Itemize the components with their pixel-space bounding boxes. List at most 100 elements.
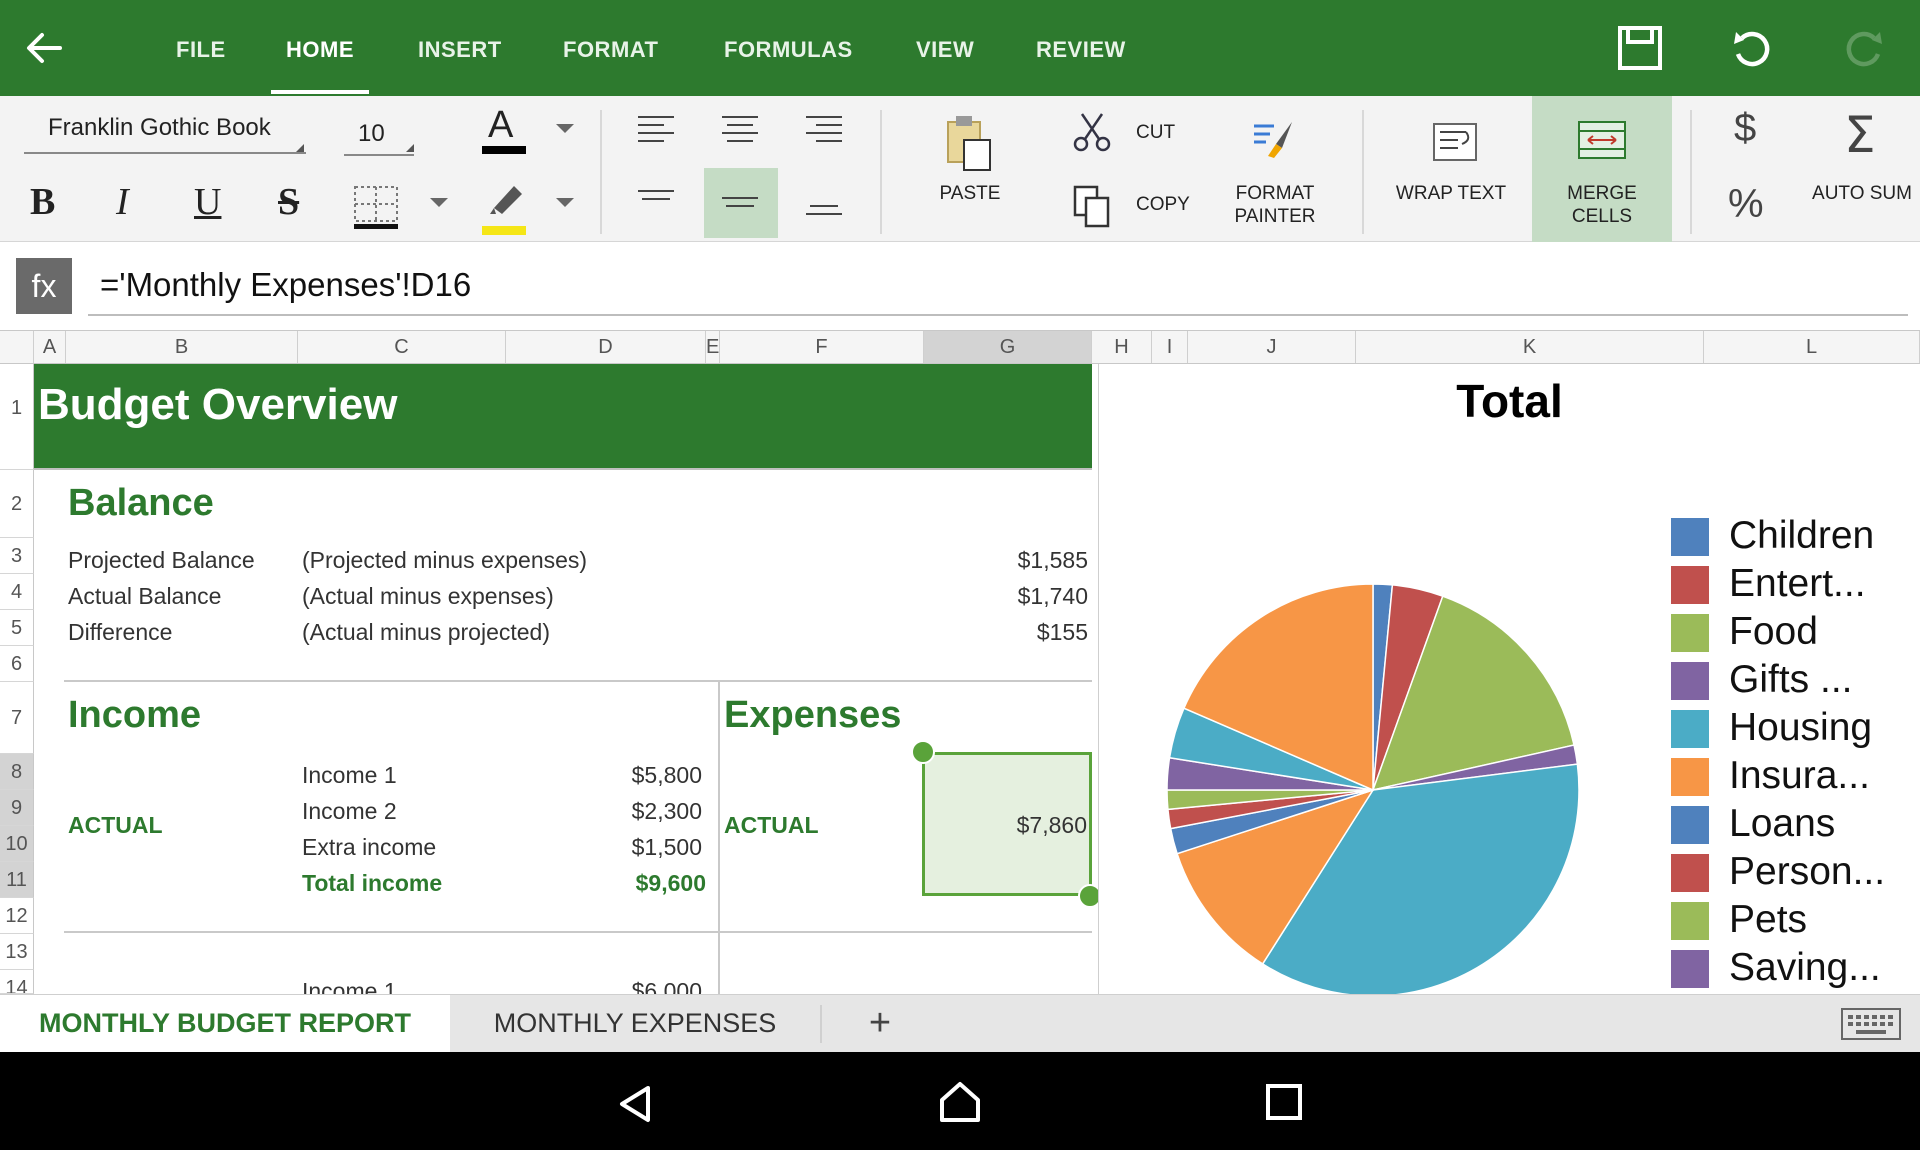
column-header-b[interactable]: B — [66, 331, 298, 363]
balance-value[interactable]: $155 — [900, 619, 1088, 646]
wrap-text-icon[interactable] — [1430, 118, 1480, 164]
balance-value[interactable]: $1,740 — [900, 583, 1088, 610]
borders-icon[interactable] — [352, 184, 400, 230]
redo-icon[interactable] — [1840, 24, 1888, 72]
font-size-dropdown-icon[interactable] — [406, 144, 414, 152]
format-painter-label[interactable]: FORMAT PAINTER — [1210, 182, 1340, 228]
cut-icon[interactable] — [1072, 112, 1112, 154]
fx-button[interactable]: fx — [16, 258, 72, 314]
font-name-select[interactable]: Franklin Gothic Book — [48, 114, 271, 142]
row-header-8[interactable]: 8 — [0, 754, 34, 790]
balance-desc[interactable]: (Actual minus projected) — [302, 619, 550, 646]
strikethrough-button[interactable]: S — [278, 180, 299, 224]
column-header-a[interactable]: A — [34, 331, 66, 363]
percent-format-button[interactable]: % — [1728, 182, 1764, 227]
row-header-14[interactable]: 14 — [0, 970, 34, 994]
balance-label[interactable]: Projected Balance — [68, 547, 255, 574]
column-header-i[interactable]: I — [1152, 331, 1188, 363]
row-header-12[interactable]: 12 — [0, 898, 34, 934]
align-right-icon[interactable] — [804, 114, 844, 146]
align-middle-icon[interactable] — [720, 194, 760, 214]
copy-label[interactable]: COPY — [1136, 194, 1190, 216]
income-actual-tag[interactable]: ACTUAL — [68, 812, 163, 839]
copy-icon[interactable] — [1072, 184, 1112, 228]
row-header-3[interactable]: 3 — [0, 538, 34, 574]
merge-cells-icon[interactable] — [1576, 118, 1628, 164]
tab-view[interactable]: VIEW — [916, 0, 974, 96]
sheet-tab-monthly-budget-report[interactable]: MONTHLY BUDGET REPORT — [0, 995, 450, 1053]
balance-label[interactable]: Difference — [68, 619, 172, 646]
row-header-11[interactable]: 11 — [0, 862, 34, 898]
align-center-icon[interactable] — [720, 114, 760, 146]
highlight-dropdown-icon[interactable] — [556, 198, 574, 207]
format-painter-icon[interactable] — [1252, 118, 1296, 162]
selection-handle-top[interactable] — [911, 740, 935, 764]
nav-home-icon[interactable] — [938, 1080, 982, 1124]
add-sheet-button[interactable]: + — [840, 995, 920, 1053]
currency-format-button[interactable]: $ — [1734, 106, 1756, 151]
tab-file[interactable]: FILE — [176, 0, 226, 96]
font-color-icon[interactable]: A — [488, 104, 513, 147]
row-header-13[interactable]: 13 — [0, 934, 34, 970]
sheet-title[interactable]: Budget Overview — [38, 380, 397, 430]
back-arrow-icon[interactable] — [22, 26, 66, 70]
column-header-c[interactable]: C — [298, 331, 506, 363]
row-header-9[interactable]: 9 — [0, 790, 34, 826]
italic-button[interactable]: I — [116, 180, 129, 224]
income-label[interactable]: Income 2 — [302, 798, 397, 825]
select-all-corner[interactable] — [0, 331, 34, 363]
align-top-icon[interactable] — [636, 188, 676, 208]
balance-desc[interactable]: (Actual minus expenses) — [302, 583, 554, 610]
bold-button[interactable]: B — [30, 180, 55, 224]
tab-insert[interactable]: INSERT — [418, 0, 502, 96]
tab-formulas[interactable]: FORMULAS — [724, 0, 853, 96]
income-value[interactable]: $5,800 — [560, 762, 702, 789]
column-header-j[interactable]: J — [1188, 331, 1356, 363]
font-size-select[interactable]: 10 — [358, 120, 385, 148]
sigma-icon[interactable]: Σ — [1844, 106, 1876, 164]
underline-button[interactable]: U — [194, 180, 221, 224]
paste-icon[interactable] — [944, 114, 994, 172]
row-header-2[interactable]: 2 — [0, 470, 34, 538]
income-heading[interactable]: Income — [68, 694, 201, 737]
row-header-1[interactable]: 1 — [0, 364, 34, 470]
auto-sum-label[interactable]: AUTO SUM — [1800, 182, 1920, 205]
sheet-tab-monthly-expenses[interactable]: MONTHLY EXPENSES — [450, 995, 820, 1053]
expenses-heading[interactable]: Expenses — [724, 694, 901, 737]
merge-cells-label[interactable]: MERGE CELLS — [1532, 182, 1672, 228]
column-header-l[interactable]: L — [1704, 331, 1920, 363]
total-income-value[interactable]: $9,600 — [560, 870, 706, 897]
column-header-f[interactable]: F — [720, 331, 924, 363]
font-color-dropdown-icon[interactable] — [556, 124, 574, 133]
expenses-actual-tag[interactable]: ACTUAL — [724, 812, 819, 839]
pie-chart[interactable]: Total Children Entert... Food Gifts ... Hous… — [1099, 364, 1920, 994]
column-header-d[interactable]: D — [506, 331, 706, 363]
balance-desc[interactable]: (Projected minus expenses) — [302, 547, 587, 574]
tab-home[interactable]: HOME — [271, 0, 369, 96]
keyboard-icon[interactable] — [1840, 1007, 1902, 1041]
tab-format[interactable]: FORMAT — [563, 0, 658, 96]
wrap-text-label[interactable]: WRAP TEXT — [1386, 182, 1516, 205]
undo-icon[interactable] — [1728, 24, 1776, 72]
row-header-4[interactable]: 4 — [0, 574, 34, 610]
row-header-5[interactable]: 5 — [0, 610, 34, 646]
income-label[interactable]: Income 1 — [302, 762, 397, 789]
borders-dropdown-icon[interactable] — [430, 198, 448, 207]
income-label[interactable]: Extra income — [302, 834, 436, 861]
column-header-h[interactable]: H — [1092, 331, 1152, 363]
save-icon[interactable] — [1616, 24, 1664, 72]
align-bottom-icon[interactable] — [804, 200, 844, 220]
column-header-k[interactable]: K — [1356, 331, 1704, 363]
row-header-10[interactable]: 10 — [0, 826, 34, 862]
font-name-dropdown-icon[interactable] — [296, 144, 304, 152]
column-header-g[interactable]: G — [924, 331, 1092, 363]
nav-back-icon[interactable] — [614, 1082, 658, 1126]
total-income-label[interactable]: Total income — [302, 870, 442, 897]
formula-input[interactable]: ='Monthly Expenses'!D16 — [100, 266, 471, 304]
expenses-value[interactable]: $7,860 — [930, 812, 1087, 839]
column-header-e[interactable]: E — [706, 331, 720, 363]
paste-label[interactable]: PASTE — [920, 182, 1020, 205]
tab-review[interactable]: REVIEW — [1036, 0, 1126, 96]
highlight-icon[interactable] — [482, 180, 530, 224]
balance-label[interactable]: Actual Balance — [68, 583, 221, 610]
